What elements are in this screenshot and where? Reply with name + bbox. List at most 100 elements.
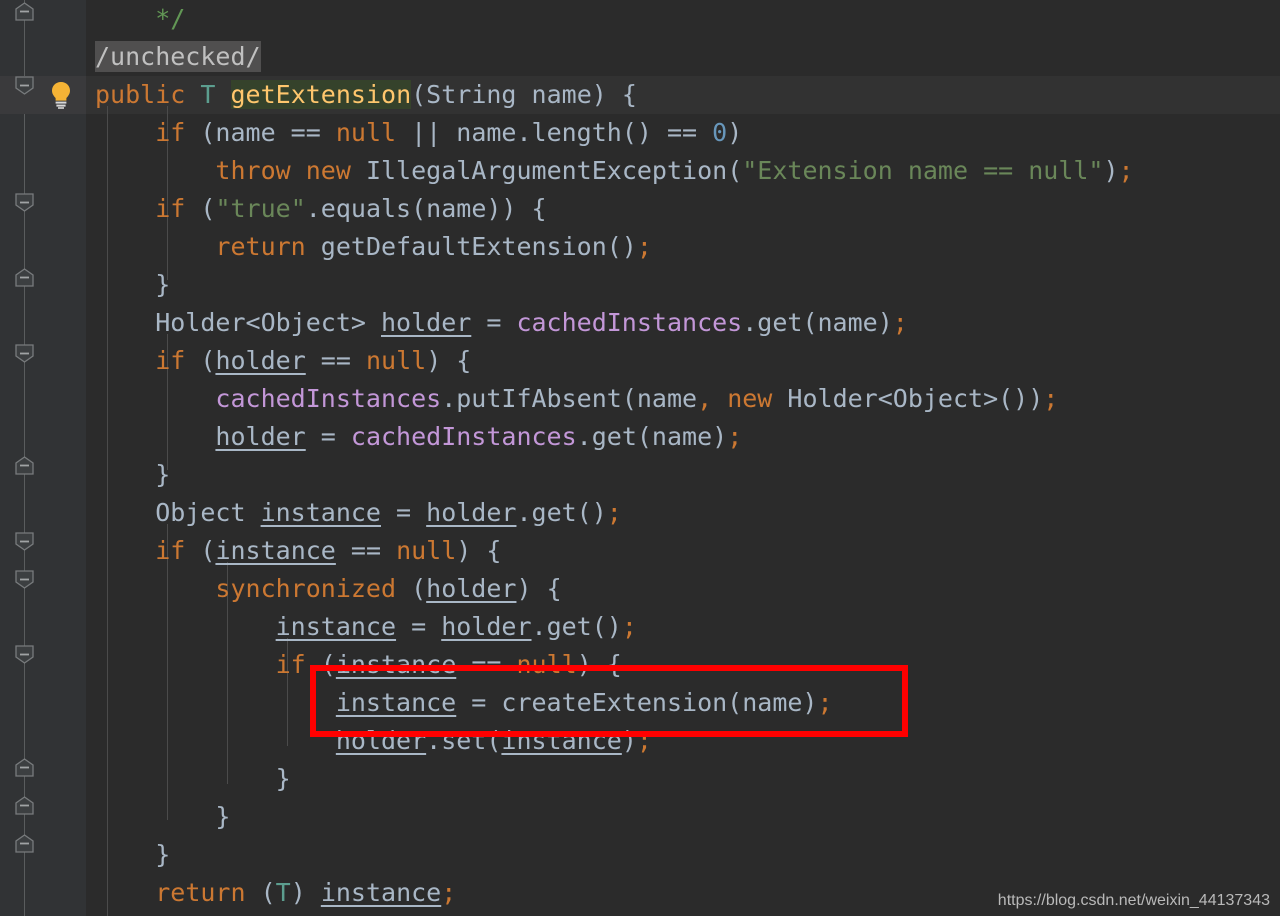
code-line[interactable]: if (name == null || name.length() == 0): [95, 114, 742, 152]
code-token: ==: [456, 650, 517, 679]
editor-gutter[interactable]: [0, 0, 86, 916]
code-line[interactable]: */: [95, 0, 185, 38]
code-token: holder: [215, 422, 306, 451]
code-editor[interactable]: */ /unchecked/public T getExtension(Strin…: [0, 0, 1280, 916]
code-line[interactable]: }: [95, 456, 170, 494]
code-line[interactable]: }: [95, 798, 230, 836]
code-line[interactable]: synchronized (holder) {: [95, 570, 561, 608]
code-token: = createExtension(name): [456, 688, 818, 717]
code-token: if: [155, 194, 186, 223]
code-line[interactable]: Object instance = holder.get();: [95, 494, 622, 532]
code-token: ): [621, 726, 637, 755]
code-token: ;: [892, 308, 908, 337]
code-token: cachedInstances: [350, 422, 577, 451]
code-token: holder: [380, 308, 472, 337]
code-line[interactable]: instance = holder.get();: [95, 608, 637, 646]
code-token: IllegalArgumentException(: [350, 156, 743, 185]
code-text-area[interactable]: */ /unchecked/public T getExtension(Strin…: [86, 0, 1280, 916]
fold-end-marker[interactable]: [15, 758, 34, 777]
code-token: T: [200, 80, 216, 109]
code-line[interactable]: if (instance == null) {: [95, 646, 622, 684]
code-token: null: [335, 118, 397, 147]
code-line[interactable]: if (instance == null) {: [95, 532, 501, 570]
code-line[interactable]: holder.set(instance);: [95, 722, 652, 760]
code-line[interactable]: }: [95, 912, 110, 916]
code-token: null: [396, 536, 457, 565]
code-token: (: [185, 346, 216, 375]
fold-start-marker[interactable]: [15, 344, 34, 363]
code-token: ;: [1043, 384, 1059, 413]
gutter-annotation-strip[interactable]: [0, 0, 12, 916]
code-line[interactable]: return getDefaultExtension();: [95, 228, 652, 266]
code-token: (: [185, 536, 216, 565]
code-token: .putIfAbsent(name: [441, 384, 698, 413]
code-line[interactable]: public T getExtension(String name) {: [95, 76, 637, 114]
code-line[interactable]: if (holder == null) {: [95, 342, 471, 380]
code-line[interactable]: if ("true".equals(name)) {: [95, 190, 547, 228]
code-token: cachedInstances: [516, 308, 743, 337]
code-token: ) {: [576, 650, 622, 679]
code-token: ==: [335, 536, 397, 565]
code-token: =: [305, 422, 351, 451]
code-token: holder: [426, 498, 517, 527]
code-token: T: [275, 878, 291, 907]
code-token: .get(): [531, 612, 622, 641]
code-token: }: [95, 460, 171, 489]
fold-start-marker[interactable]: [15, 532, 34, 551]
code-token: ;: [817, 688, 833, 717]
code-token: .equals(name)) {: [305, 194, 547, 223]
code-token: holder: [335, 726, 427, 755]
code-token: }: [95, 270, 171, 299]
code-token: ;: [441, 878, 457, 907]
code-token: }: [95, 802, 231, 831]
code-line[interactable]: holder = cachedInstances.get(name);: [95, 418, 742, 456]
code-token: (: [185, 194, 216, 223]
code-line[interactable]: Holder<Object> holder = cachedInstances.…: [95, 304, 908, 342]
code-token: Object: [95, 498, 261, 527]
code-token: */: [155, 4, 186, 33]
code-line[interactable]: throw new IllegalArgumentException("Exte…: [95, 152, 1133, 190]
code-token: ): [727, 118, 743, 147]
code-line[interactable]: }: [95, 266, 170, 304]
code-token: =: [396, 612, 442, 641]
fold-start-marker[interactable]: [15, 645, 34, 664]
code-token: }: [95, 764, 291, 793]
code-line[interactable]: }: [95, 760, 291, 798]
fold-end-marker[interactable]: [15, 834, 34, 853]
code-line[interactable]: instance = createExtension(name);: [95, 684, 833, 722]
code-token: Holder<Object>: [95, 308, 381, 337]
code-token: holder: [426, 574, 517, 603]
fold-end-marker[interactable]: [15, 456, 34, 475]
fold-start-marker[interactable]: [15, 76, 34, 95]
fold-end-marker[interactable]: [15, 796, 34, 815]
code-token: =: [471, 308, 517, 337]
code-token: if: [155, 346, 186, 375]
code-line[interactable]: return (T) instance;: [95, 874, 456, 912]
fold-start-marker[interactable]: [15, 570, 34, 589]
code-token: new: [727, 384, 773, 413]
code-token: (: [396, 574, 427, 603]
code-token: ==: [305, 346, 366, 375]
fold-start-marker[interactable]: [15, 193, 34, 212]
code-token: .set(: [426, 726, 502, 755]
fold-end-marker[interactable]: [15, 268, 34, 287]
intention-bulb-icon[interactable]: [48, 81, 74, 109]
code-line[interactable]: /unchecked/: [95, 38, 261, 76]
code-line[interactable]: cachedInstances.putIfAbsent(name, new Ho…: [95, 380, 1058, 418]
code-token: ;: [636, 232, 652, 261]
fold-end-marker[interactable]: [15, 2, 34, 21]
code-token: (name ==: [185, 118, 336, 147]
code-token: null: [516, 650, 577, 679]
code-token: .get(name): [576, 422, 728, 451]
code-token: instance: [335, 688, 457, 717]
code-line[interactable]: }: [95, 836, 170, 874]
code-token: ): [1103, 156, 1119, 185]
